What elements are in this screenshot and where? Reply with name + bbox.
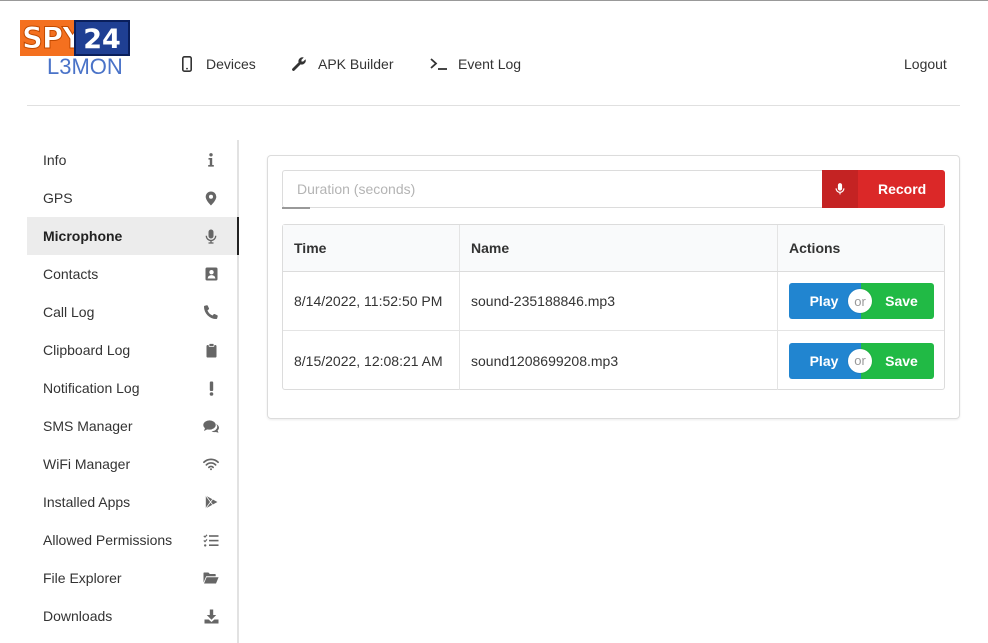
column-header-time: Time	[294, 240, 327, 256]
or-divider: or	[848, 289, 872, 313]
logo-24-text: 24	[74, 20, 130, 56]
folder-open-icon	[203, 570, 219, 586]
spy24-badge: SPY 24	[20, 20, 130, 56]
nav-apk-builder-label: APK Builder	[318, 56, 394, 72]
sidebar-item-label: Installed Apps	[43, 494, 131, 510]
recording-name: sound1208699208.mp3	[459, 331, 777, 390]
sidebar-menu: Info GPS Microphone Contacts Call Log Cl…	[27, 140, 239, 643]
logo-spy-text: SPY	[20, 20, 84, 56]
microphone-icon	[822, 170, 858, 208]
sidebar-item-label: WiFi Manager	[43, 456, 131, 472]
sidebar-item-contacts[interactable]: Contacts	[27, 255, 239, 293]
sidebar-item-label: Clipboard Log	[43, 342, 131, 358]
sidebar-item-label: Downloads	[43, 608, 113, 624]
nav-devices[interactable]: Devices	[178, 54, 256, 74]
terminal-icon	[430, 55, 448, 73]
sidebar-item-clipboard-log[interactable]: Clipboard Log	[27, 331, 239, 369]
column-header-actions: Actions	[777, 225, 944, 271]
comments-icon	[203, 418, 219, 434]
sidebar-item-downloads[interactable]: Downloads	[27, 597, 239, 635]
logo-product-name: L3MON	[47, 54, 123, 79]
wifi-icon	[203, 456, 219, 472]
sidebar-item-file-explorer[interactable]: File Explorer	[27, 559, 239, 597]
sidebar-item-label: Contacts	[43, 266, 99, 282]
sidebar-item-label: GPS	[43, 190, 73, 206]
header-divider	[27, 105, 960, 106]
wrench-icon	[290, 55, 308, 73]
phone-icon	[203, 304, 219, 320]
recording-time: 8/15/2022, 12:08:21 AM	[294, 352, 443, 369]
sidebar-item-label: Microphone	[43, 228, 123, 244]
spy24-l3mon-logo[interactable]: SPY 24 L3MON	[20, 20, 132, 79]
record-button[interactable]: Record	[822, 170, 945, 208]
sidebar-item-notification-log[interactable]: Notification Log	[27, 369, 239, 407]
tasks-list-icon	[203, 532, 219, 548]
sidebar-item-sms-manager[interactable]: SMS Manager	[27, 407, 239, 445]
play-save-button-group: Play Save or	[789, 342, 934, 379]
sidebar-item-label: Info	[43, 152, 67, 168]
duration-input-focus-bar	[282, 207, 310, 209]
table-header-row: Time Name Actions	[283, 225, 944, 272]
play-store-icon	[203, 494, 219, 510]
clipboard-icon	[203, 342, 219, 358]
duration-input[interactable]	[282, 170, 823, 208]
download-icon	[203, 608, 219, 624]
nav-apk-builder[interactable]: APK Builder	[290, 54, 393, 74]
sidebar-item-allowed-permissions[interactable]: Allowed Permissions	[27, 521, 239, 559]
recording-time: 8/14/2022, 11:52:50 PM	[294, 293, 443, 309]
recordings-table: Time Name Actions 8/14/2022, 11:52:50 PM…	[282, 224, 945, 390]
info-icon	[203, 152, 219, 168]
address-book-icon	[203, 266, 219, 282]
or-divider: or	[848, 348, 872, 373]
sidebar-item-call-log[interactable]: Call Log	[27, 293, 239, 331]
nav-event-log-label: Event Log	[458, 56, 522, 72]
sidebar-item-label: SMS Manager	[43, 418, 133, 434]
nav-devices-label: Devices	[206, 56, 256, 72]
sidebar-item-label: Notification Log	[43, 380, 140, 396]
exclamation-icon	[203, 380, 219, 396]
sidebar-item-label: File Explorer	[43, 570, 122, 586]
recording-actions: Play Save or	[777, 272, 944, 330]
map-marker-icon	[203, 190, 219, 206]
sidebar-item-wifi-manager[interactable]: WiFi Manager	[27, 445, 239, 483]
recording-actions: Play Save or	[777, 331, 944, 390]
column-header-name: Name	[459, 225, 777, 271]
nav-event-log[interactable]: Event Log	[430, 54, 521, 74]
play-save-button-group: Play Save or	[789, 283, 934, 319]
sidebar-item-label: Allowed Permissions	[43, 532, 173, 548]
sidebar-item-gps[interactable]: GPS	[27, 179, 239, 217]
microphone-icon	[203, 228, 219, 244]
mobile-phone-icon	[178, 55, 196, 73]
sidebar-item-label: Call Log	[43, 304, 95, 320]
top-navbar: SPY 24 L3MON Devices APK Builder Event L…	[0, 1, 988, 106]
logout-link[interactable]: Logout	[904, 54, 947, 74]
record-button-label: Record	[878, 181, 927, 197]
table-row: 8/14/2022, 11:52:50 PM sound-235188846.m…	[283, 272, 944, 331]
sidebar-item-installed-apps[interactable]: Installed Apps	[27, 483, 239, 521]
sidebar-item-microphone[interactable]: Microphone	[27, 217, 239, 255]
table-row: 8/15/2022, 12:08:21 AM sound1208699208.m…	[283, 331, 944, 390]
sidebar-item-info[interactable]: Info	[27, 141, 239, 179]
recording-name: sound-235188846.mp3	[459, 272, 777, 330]
